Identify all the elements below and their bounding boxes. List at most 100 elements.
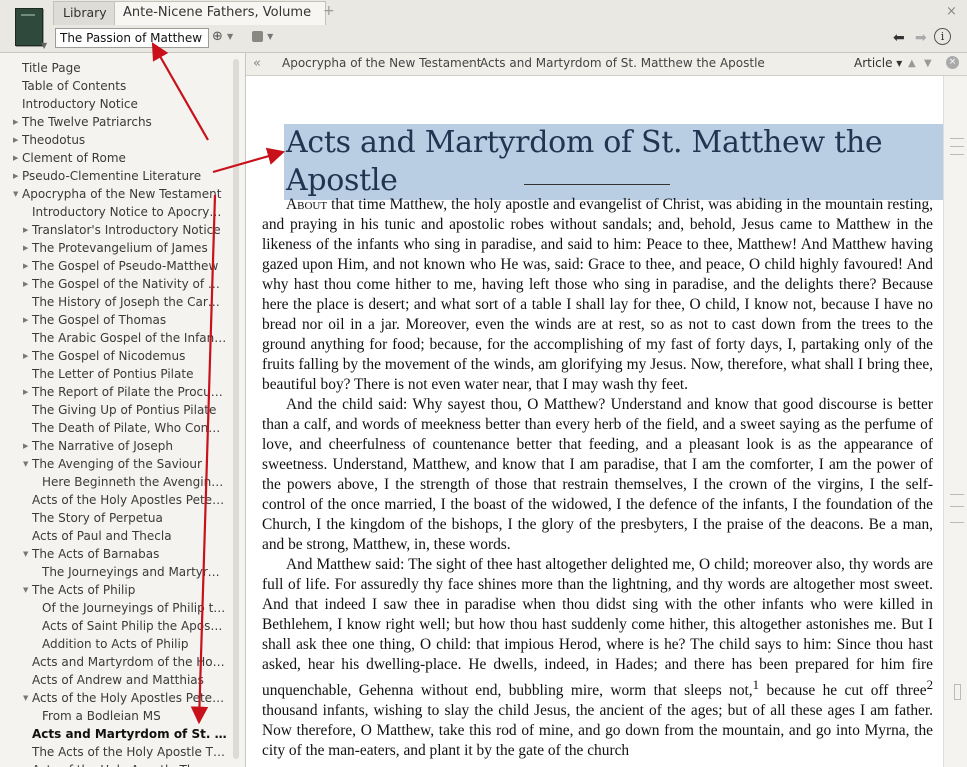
toc-item[interactable]: The Story of Perpetua xyxy=(0,509,227,527)
expanded-triangle-icon[interactable]: ▼ xyxy=(23,455,28,473)
toc-item[interactable]: The Acts of the Holy Apostle Thomas xyxy=(0,743,227,761)
collapsed-triangle-icon[interactable]: ▶ xyxy=(13,167,18,185)
toc-item[interactable]: ▶ The Protevangelium of James xyxy=(0,239,227,257)
top-toolbar: ▼ Library Ante-Nicene Fathers, Volume VI… xyxy=(0,0,967,53)
reading-pane[interactable]: Acts and Martyrdom of St. Matthew the Ap… xyxy=(246,76,943,767)
toc-item[interactable]: ▼ The Acts of Barnabas xyxy=(0,545,227,563)
search-input[interactable] xyxy=(55,28,209,48)
breadcrumb-article[interactable]: Acts and Martyrdom of St. Matthew the Ap… xyxy=(480,53,765,74)
toc-item-label: The Acts of Barnabas xyxy=(32,547,160,561)
expanded-triangle-icon[interactable]: ▼ xyxy=(13,185,18,203)
toc-item[interactable]: Acts and Martyrdom of St. Matt… xyxy=(0,725,227,743)
collapse-sidebar-button[interactable]: « xyxy=(253,53,261,74)
toc-item[interactable]: ▶ The Gospel of Pseudo-Matthew xyxy=(0,257,227,275)
toc-item[interactable]: ▶ The Twelve Patriarchs xyxy=(0,113,232,131)
toc-item[interactable]: ▶ The Gospel of Thomas xyxy=(0,311,227,329)
toc-item-label: Introductory Notice to Apocryph… xyxy=(32,205,227,219)
toc-item[interactable]: From a Bodleian MS xyxy=(0,707,227,725)
toc-item[interactable]: ▼ Apocrypha of the New Testament xyxy=(0,185,232,203)
collapsed-triangle-icon[interactable]: ▶ xyxy=(13,131,18,149)
toc-item-label: Acts of the Holy Apostles Peter a… xyxy=(32,691,227,705)
collapsed-triangle-icon[interactable]: ▶ xyxy=(13,113,18,131)
forward-arrow-icon[interactable]: ➡ xyxy=(915,30,927,46)
breadcrumb-section[interactable]: Apocrypha of the New Testament xyxy=(282,53,481,74)
toc-item[interactable]: Acts of Andrew and Matthias xyxy=(0,671,227,689)
collapsed-triangle-icon[interactable]: ▶ xyxy=(13,149,18,167)
toc-item-label: Pseudo-Clementine Literature xyxy=(22,169,202,183)
toc-item-label: Table of Contents xyxy=(22,79,127,93)
toc-item[interactable]: Table of Contents xyxy=(0,77,232,95)
article-selector[interactable]: Article ▾ xyxy=(854,53,902,74)
collapsed-triangle-icon[interactable]: ▶ xyxy=(23,221,28,239)
info-icon[interactable]: i xyxy=(934,28,951,45)
toc-item[interactable]: The History of Joseph the Carpen… xyxy=(0,293,227,311)
toc-item[interactable]: Addition to Acts of Philip xyxy=(0,635,227,653)
toc-item[interactable]: The Journeyings and Martyrdo… xyxy=(0,563,227,581)
breadcrumb-separator: › xyxy=(468,56,473,70)
article-body[interactable]: About that time Matthew, the holy apostl… xyxy=(262,195,933,761)
toc-item-label: The Giving Up of Pontius Pilate xyxy=(32,403,217,417)
toc-item-label: Acts of Saint Philip the Aposte… xyxy=(42,619,227,633)
article-title[interactable]: Acts and Martyrdom of St. Matthew the Ap… xyxy=(284,124,943,200)
toc-item[interactable]: ▶ The Gospel of Nicodemus xyxy=(0,347,227,365)
toc-item[interactable]: Of the Journeyings of Philip the… xyxy=(0,599,227,617)
toc-item[interactable]: ▶ The Report of Pilate the Procurator xyxy=(0,383,227,401)
toc-item[interactable]: The Death of Pilate, Who Conde… xyxy=(0,419,227,437)
new-tab-button[interactable]: + xyxy=(323,3,335,19)
toc-item[interactable]: ▶ The Narrative of Joseph xyxy=(0,437,227,455)
previous-article-icon[interactable]: ▲ xyxy=(908,53,916,74)
close-icon[interactable]: × xyxy=(946,56,959,69)
toc-item[interactable]: Acts of Paul and Thecla xyxy=(0,527,227,545)
collapsed-triangle-icon[interactable]: ▶ xyxy=(23,239,28,257)
scroll-gutter[interactable] xyxy=(943,76,967,767)
collapsed-triangle-icon[interactable]: ▶ xyxy=(23,437,28,455)
expanded-triangle-icon[interactable]: ▼ xyxy=(23,545,28,563)
chevron-down-icon[interactable]: ▼ xyxy=(41,41,47,50)
sync-circle-icon[interactable]: ⊕ ▼ xyxy=(212,29,233,47)
toc-item[interactable]: ▼ Acts of the Holy Apostles Peter a… xyxy=(0,689,227,707)
tab-book[interactable]: Ante-Nicene Fathers, Volume VIII xyxy=(114,1,326,42)
gutter-marker xyxy=(950,506,964,507)
toc-item[interactable]: ▶ Pseudo-Clementine Literature xyxy=(0,167,232,185)
expanded-triangle-icon[interactable]: ▼ xyxy=(23,689,28,707)
paragraph-text: And Matthew said: The sight of thee hast… xyxy=(262,556,933,700)
collapsed-triangle-icon[interactable]: ▶ xyxy=(23,383,28,401)
collapsed-triangle-icon[interactable]: ▶ xyxy=(23,257,28,275)
collapsed-triangle-icon[interactable]: ▶ xyxy=(23,275,28,293)
collapsed-triangle-icon[interactable]: ▶ xyxy=(23,311,28,329)
toc-item[interactable]: Here Beginneth the Avenging of… xyxy=(0,473,227,491)
toc-item-label: The History of Joseph the Carpen… xyxy=(32,295,227,309)
tab-library[interactable]: Library xyxy=(53,1,115,25)
toc-item[interactable]: ▶ The Gospel of the Nativity of Mary xyxy=(0,275,227,293)
panel-layout-icon[interactable]: ▼ xyxy=(252,29,273,47)
toc-item-label: The Avenging of the Saviour xyxy=(32,457,202,471)
paragraph: About that time Matthew, the holy apostl… xyxy=(262,195,933,395)
footnote-marker[interactable]: 2 xyxy=(927,678,933,692)
sidebar-scrollbar[interactable] xyxy=(233,59,239,759)
scroll-thumb[interactable] xyxy=(954,684,961,700)
toc-item[interactable]: The Letter of Pontius Pilate xyxy=(0,365,227,383)
toc-item[interactable]: The Arabic Gospel of the Infancy… xyxy=(0,329,227,347)
toc-item[interactable]: ▼ The Avenging of the Saviour xyxy=(0,455,227,473)
toc-item[interactable]: ▶ Translator's Introductory Notice xyxy=(0,221,227,239)
toc-item[interactable]: Title Page xyxy=(0,59,232,77)
next-article-icon[interactable]: ▼ xyxy=(924,53,932,74)
paragraph-text: thousand infants, wishing to slay the ch… xyxy=(262,702,933,760)
toc-item[interactable]: Introductory Notice xyxy=(0,95,232,113)
toc-item[interactable]: Acts and Martyrdom of the Holy… xyxy=(0,653,227,671)
toc-item[interactable]: ▼ The Acts of Philip xyxy=(0,581,227,599)
toc-item[interactable]: Acts of the Holy Apostle Tha… xyxy=(0,761,227,767)
collapsed-triangle-icon[interactable]: ▶ xyxy=(23,347,28,365)
close-tab-button[interactable]: × xyxy=(946,4,957,19)
toc-item[interactable]: ▶ Theodotus xyxy=(0,131,232,149)
book-cover-icon[interactable] xyxy=(15,8,43,46)
expanded-triangle-icon[interactable]: ▼ xyxy=(23,581,28,599)
toc-item[interactable]: Acts of Saint Philip the Aposte… xyxy=(0,617,227,635)
back-arrow-icon[interactable]: ⬅ xyxy=(893,30,905,46)
toc-item-label: The Gospel of Nicodemus xyxy=(32,349,186,363)
toc-item[interactable]: Acts of the Holy Apostles Peter a… xyxy=(0,491,227,509)
toc-item[interactable]: Introductory Notice to Apocryph… xyxy=(0,203,227,221)
toc-item[interactable]: ▶ Clement of Rome xyxy=(0,149,232,167)
toc-item[interactable]: The Giving Up of Pontius Pilate xyxy=(0,401,227,419)
toc-item-label: The Acts of Philip xyxy=(32,583,136,597)
